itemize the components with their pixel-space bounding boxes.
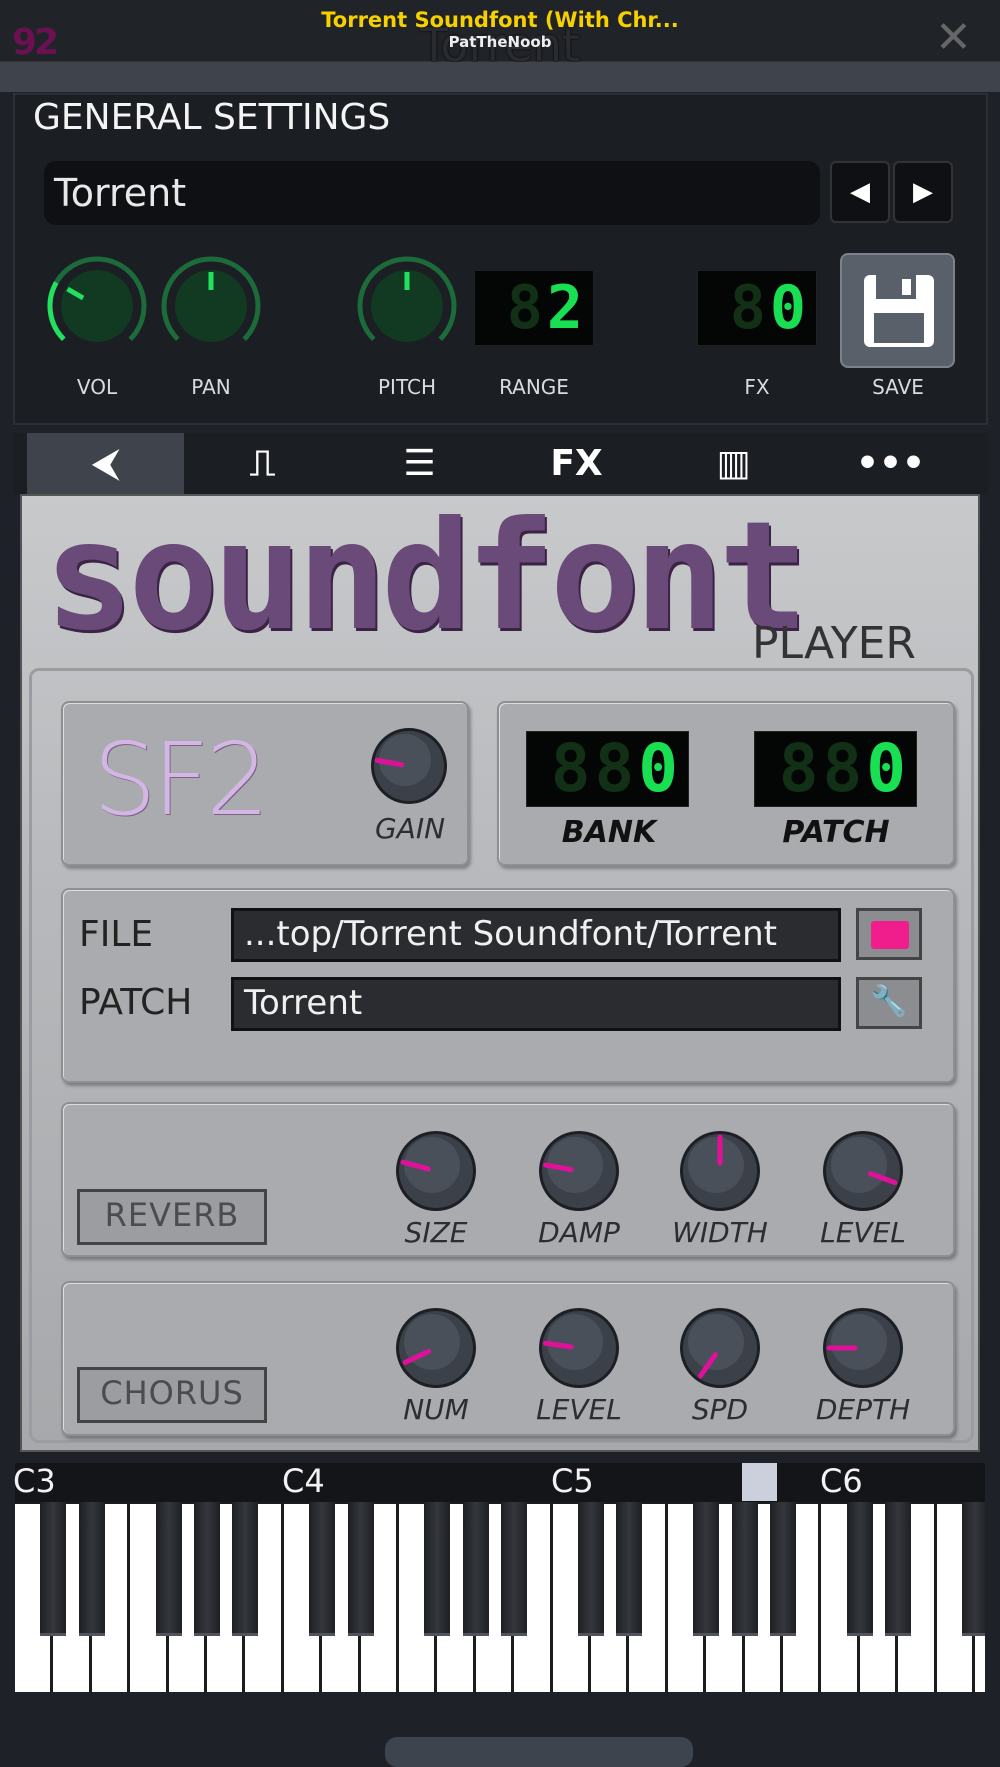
floppy-disk-icon <box>864 275 934 347</box>
black-key[interactable] <box>40 1502 67 1636</box>
reverb-knob-size[interactable] <box>386 1121 486 1221</box>
prev-preset-button[interactable]: ◀ <box>830 161 890 223</box>
knob-pitch-label: PITCH <box>377 375 436 399</box>
plugin-logo-title: soundfont <box>44 490 809 664</box>
black-key[interactable] <box>846 1502 873 1636</box>
lines-icon: ☰ <box>403 443 436 484</box>
tab-piano[interactable]: ▥ <box>655 433 812 494</box>
black-key[interactable] <box>309 1502 336 1636</box>
black-key[interactable] <box>78 1502 105 1636</box>
section-title: GENERAL SETTINGS <box>33 97 391 138</box>
chorus-knob-level[interactable] <box>529 1298 629 1398</box>
fx-display[interactable]: 80 <box>697 270 817 346</box>
window-subtitle: PatTheNoob <box>448 33 552 51</box>
chorus-knob-depth-label: DEPTH <box>815 1393 911 1426</box>
black-key[interactable] <box>155 1502 182 1636</box>
knob-pitch[interactable] <box>347 246 467 366</box>
chorus-knob-spd-label: SPD <box>691 1393 749 1426</box>
bank-display[interactable]: 880 <box>526 731 689 807</box>
knob-vol[interactable] <box>37 246 157 366</box>
patch-number-display[interactable]: 880 <box>754 731 917 807</box>
reverb-knob-width[interactable] <box>670 1121 770 1221</box>
black-key[interactable] <box>347 1502 374 1636</box>
black-key[interactable] <box>770 1502 796 1636</box>
piano-icon: ▥ <box>716 443 751 484</box>
patch-label: PATCH <box>79 982 193 1023</box>
knob-pan[interactable] <box>151 246 271 366</box>
tab-lines[interactable]: ☰ <box>341 433 498 494</box>
envelope-icon: ⎍ <box>249 443 276 484</box>
black-key[interactable] <box>693 1502 720 1636</box>
black-key[interactable] <box>462 1502 489 1636</box>
patch-name-field[interactable]: Torrent <box>231 977 841 1031</box>
horizontal-scrollbar[interactable] <box>385 1737 693 1767</box>
black-key[interactable] <box>731 1502 758 1636</box>
preset-name-field[interactable]: Torrent <box>44 161 820 225</box>
open-file-button[interactable] <box>856 908 922 960</box>
range-display[interactable]: 82 <box>474 270 594 346</box>
fx-label: FX <box>744 375 770 399</box>
octave-label-c4: C4 <box>282 1462 325 1500</box>
fx-icon: FX <box>550 443 603 484</box>
plug-icon: ⮜ <box>92 443 119 484</box>
plugin-logo-subtitle: PLAYER <box>752 618 916 669</box>
reverb-knob-level[interactable] <box>813 1121 913 1221</box>
tab-bar: ⮜ ⎍ ☰ FX ▥ ••• <box>13 433 988 494</box>
reverb-knob-damp[interactable] <box>529 1121 629 1221</box>
black-key[interactable] <box>232 1502 259 1636</box>
save-button[interactable] <box>840 253 955 368</box>
more-icon: ••• <box>855 443 926 484</box>
black-key[interactable] <box>578 1502 604 1636</box>
knob-vol-label: VOL <box>76 375 118 399</box>
black-key[interactable] <box>885 1502 912 1636</box>
folder-icon <box>871 921 909 949</box>
chorus-knob-num-label: NUM <box>403 1393 469 1426</box>
gain-label: GAIN <box>374 812 446 845</box>
piano-keyboard[interactable] <box>15 1502 985 1692</box>
chorus-toggle-button[interactable]: CHORUS <box>77 1367 267 1423</box>
black-key[interactable] <box>501 1502 528 1636</box>
reverb-knob-width-label: WIDTH <box>672 1216 768 1249</box>
octave-label-c5: C5 <box>551 1462 594 1500</box>
black-key[interactable] <box>194 1502 220 1636</box>
octave-label-c6: C6 <box>820 1462 863 1500</box>
chorus-knob-num[interactable] <box>386 1298 486 1398</box>
chorus-knob-depth[interactable] <box>813 1298 913 1398</box>
tab-plug[interactable]: ⮜ <box>27 433 184 494</box>
black-key[interactable] <box>424 1502 451 1636</box>
key-range-marker[interactable] <box>742 1463 777 1501</box>
window-title: Torrent Soundfont (With Chr... <box>321 8 679 32</box>
close-icon[interactable]: ✕ <box>935 12 972 63</box>
header-band <box>0 62 1000 92</box>
patch-browser-button[interactable]: 🔧 <box>856 977 922 1029</box>
octave-label-c3: C3 <box>13 1462 56 1500</box>
bank-label: BANK <box>561 815 657 850</box>
knob-gain[interactable] <box>361 718 457 814</box>
file-path-field[interactable]: ...top/Torrent Soundfont/Torrent <box>231 908 841 962</box>
wrench-icon: 🔧 <box>870 984 908 1019</box>
general-settings-panel: GENERAL SETTINGS Torrent ◀ ▶ 82 RANGE 80… <box>13 93 988 425</box>
chorus-knob-spd[interactable] <box>670 1298 770 1398</box>
reverb-knob-damp-label: DAMP <box>538 1216 620 1249</box>
bank-patch-box: 880 880 BANK PATCH <box>497 701 955 866</box>
next-preset-button[interactable]: ▶ <box>893 161 953 223</box>
tab-fx[interactable]: FX <box>498 433 655 494</box>
title-bar: 92 Torrent Torrent Soundfont (With Chr..… <box>0 0 1000 72</box>
sf2-logo: SF2 <box>93 721 270 838</box>
reverb-knob-size-label: SIZE <box>404 1216 468 1249</box>
tab-envelope[interactable]: ⎍ <box>184 433 341 494</box>
reverb-knob-level-label: LEVEL <box>820 1216 906 1249</box>
file-label: FILE <box>79 914 154 955</box>
file-box: FILE ...top/Torrent Soundfont/Torrent PA… <box>61 888 955 1083</box>
tab-more[interactable]: ••• <box>812 433 969 494</box>
save-label: SAVE <box>872 375 924 399</box>
soundfont-player-panel: soundfont PLAYER SF2 GAIN 880 880 BANK P… <box>20 490 980 1452</box>
knob-pan-label: PAN <box>191 375 231 399</box>
range-label: RANGE <box>499 375 569 399</box>
black-key[interactable] <box>962 1502 985 1636</box>
black-key[interactable] <box>616 1502 643 1636</box>
reverb-toggle-button[interactable]: REVERB <box>77 1189 267 1245</box>
chorus-knob-level-label: LEVEL <box>536 1393 622 1426</box>
patch-number-label: PATCH <box>782 815 890 850</box>
